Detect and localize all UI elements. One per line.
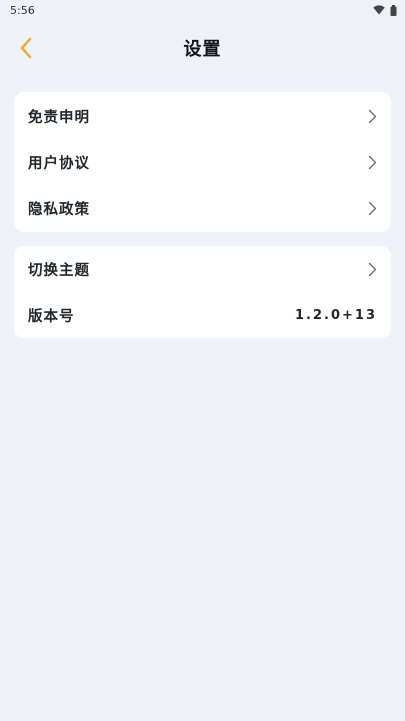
settings-item-version: 版本号 1.2.0+13	[14, 292, 391, 338]
chevron-right-icon	[368, 109, 377, 123]
chevron-right-icon	[368, 201, 377, 215]
battery-icon	[390, 4, 397, 16]
settings-item-user-agreement[interactable]: 用户协议	[14, 139, 391, 185]
settings-group-legal: 免责申明 用户协议 隐私政策	[14, 92, 391, 232]
settings-item-label: 用户协议	[28, 155, 90, 172]
page-title: 设置	[183, 39, 222, 60]
chevron-right-icon	[368, 262, 377, 276]
version-value: 1.2.0+13	[295, 307, 377, 323]
chevron-right-icon	[368, 155, 377, 169]
status-icons	[373, 4, 397, 16]
chevron-left-icon	[20, 37, 32, 59]
status-time: 5:56	[10, 3, 35, 17]
settings-item-privacy-policy[interactable]: 隐私政策	[14, 185, 391, 231]
settings-item-label: 免责申明	[28, 109, 90, 126]
status-bar: 5:56	[0, 0, 405, 20]
settings-item-label: 隐私政策	[28, 201, 90, 218]
wifi-icon	[373, 5, 385, 15]
settings-group-app: 切换主题 版本号 1.2.0+13	[14, 246, 391, 338]
app-header: 设置	[0, 28, 405, 68]
settings-item-label: 版本号	[28, 308, 75, 325]
settings-item-switch-theme[interactable]: 切换主题	[14, 246, 391, 292]
settings-item-label: 切换主题	[28, 262, 90, 279]
back-button[interactable]	[12, 34, 40, 62]
settings-item-disclaimer[interactable]: 免责申明	[14, 93, 391, 139]
